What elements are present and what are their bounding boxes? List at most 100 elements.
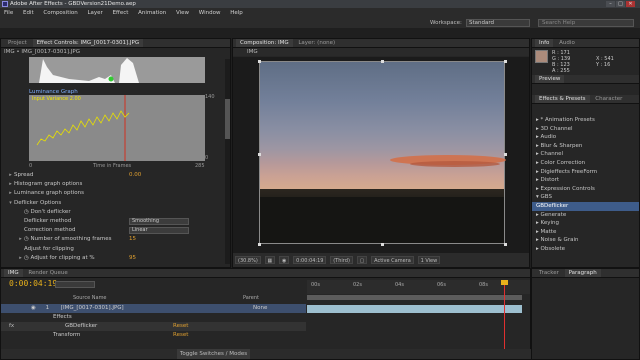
tab-effects-presets[interactable]: Effects & Presets xyxy=(535,95,590,103)
tab-layer[interactable]: Layer: (none) xyxy=(294,39,339,47)
menu-animation[interactable]: Animation xyxy=(138,10,166,16)
tab-character[interactable]: Character xyxy=(591,95,626,103)
left-scroll-thumb[interactable] xyxy=(225,99,230,139)
time-ruler[interactable]: 00s 02s 04s 06s 08s xyxy=(307,280,530,294)
effect-property-row[interactable]: Adjust for clipping xyxy=(1,245,230,254)
effects-list-item[interactable]: ▸ Obsolete xyxy=(532,245,639,254)
active-camera-select[interactable]: Active Camera xyxy=(371,255,414,264)
comp-breadcrumb[interactable]: IMG xyxy=(233,48,529,56)
effects-list-item[interactable]: ▸ Distort xyxy=(532,176,639,185)
disclosure-triangle-icon[interactable]: ▸ xyxy=(17,254,24,263)
tab-tracker[interactable]: Tracker xyxy=(535,269,563,277)
playhead[interactable] xyxy=(504,281,505,351)
effect-property-row[interactable]: Correction method Linear xyxy=(1,226,230,235)
property-value[interactable]: 95 xyxy=(129,254,136,263)
timeline-search-input[interactable] xyxy=(55,281,95,288)
tab-effect-controls[interactable]: Effect Controls: IMG_[0017-0301].JPG xyxy=(32,39,144,47)
resize-handle[interactable] xyxy=(258,243,261,246)
effects-list-item[interactable]: ▸ Audio xyxy=(532,133,639,142)
magnification-select[interactable]: (30.8%) xyxy=(235,255,261,264)
effect-property-row[interactable]: ▸ ◷ Number of smoothing frames 15 xyxy=(1,235,230,244)
view-layout-select[interactable]: 1 View xyxy=(417,255,441,264)
effects-list-item[interactable]: ▸ Matte xyxy=(532,228,639,237)
effects-list-item[interactable]: ▸ * Animation Presets xyxy=(532,116,639,125)
effects-list-item[interactable]: ▸ Noise & Grain xyxy=(532,236,639,245)
effect-property-row[interactable]: ▸ ◷ Adjust for clipping at % 95 xyxy=(1,254,230,263)
resize-handle[interactable] xyxy=(258,60,261,63)
effects-list-item[interactable]: ▸ Blur & Sharpen xyxy=(532,142,639,151)
tab-render-queue[interactable]: Render Queue xyxy=(24,269,71,277)
work-area-bar[interactable] xyxy=(307,295,522,300)
col-source-name[interactable]: Source Name xyxy=(73,295,107,301)
effect-property-row[interactable]: ▾ Deflicker Options xyxy=(1,199,230,208)
resize-handle[interactable] xyxy=(504,243,507,246)
deflicker-method-select[interactable]: Smoothing xyxy=(129,218,189,225)
parent-select[interactable]: None xyxy=(253,304,267,313)
tab-preview[interactable]: Preview xyxy=(535,75,565,83)
effects-list-item[interactable]: ▸ Digieffects FreeForm xyxy=(532,168,639,177)
close-button[interactable]: ✕ xyxy=(626,1,635,7)
menu-edit[interactable]: Edit xyxy=(23,10,34,16)
layer-name[interactable]: [IMG_[0017-0301].JPG] xyxy=(61,305,124,311)
region-icon[interactable]: ▢ xyxy=(356,255,368,264)
effects-row[interactable]: Effects xyxy=(1,313,306,322)
menu-view[interactable]: View xyxy=(176,10,189,16)
playhead-handle[interactable] xyxy=(501,280,508,285)
left-scrollbar[interactable] xyxy=(225,59,230,264)
tab-composition[interactable]: Composition: IMG xyxy=(236,39,293,47)
maximize-button[interactable]: □ xyxy=(616,1,625,7)
transform-reset-link[interactable]: Reset xyxy=(173,331,188,340)
reset-link[interactable]: Reset xyxy=(173,322,188,331)
resize-handle[interactable] xyxy=(381,60,384,63)
menu-composition[interactable]: Composition xyxy=(43,10,77,16)
effect-property-row[interactable]: ▸ Luminance graph options xyxy=(1,189,230,198)
menu-layer[interactable]: Layer xyxy=(87,10,102,16)
minimize-button[interactable]: – xyxy=(606,1,615,7)
toggle-switches-modes-button[interactable]: Toggle Switches / Modes xyxy=(177,349,251,359)
disclosure-triangle-icon[interactable]: ▸ xyxy=(7,189,14,198)
resize-handle[interactable] xyxy=(504,153,507,156)
menu-help[interactable]: Help xyxy=(230,10,243,16)
workspace-select[interactable]: Standard xyxy=(466,19,530,27)
timeline-timecode[interactable]: 0:00:04:19 xyxy=(9,279,57,288)
tab-audio[interactable]: Audio xyxy=(555,39,579,47)
effect-property-row[interactable]: Deflicker method Smoothing xyxy=(1,217,230,226)
resolution-select[interactable]: (Third) xyxy=(330,255,353,264)
disclosure-triangle-icon[interactable]: ▸ xyxy=(7,171,14,180)
disclosure-triangle-icon[interactable]: ▸ xyxy=(7,180,14,189)
effects-list-item[interactable]: GBDeflicker xyxy=(532,201,639,211)
effect-property-row[interactable]: ▸ Histogram graph options xyxy=(1,180,230,189)
tab-timeline-img[interactable]: IMG xyxy=(4,269,23,277)
current-time-display[interactable]: 0:00:04:19 xyxy=(293,255,327,264)
menu-window[interactable]: Window xyxy=(199,10,221,16)
composition-viewer[interactable] xyxy=(233,57,529,253)
camera-icon[interactable]: ◉ xyxy=(279,255,290,264)
layer-row[interactable]: ◉ 1 [IMG_[0017-0301].JPG] None xyxy=(1,304,306,313)
resize-handle[interactable] xyxy=(258,153,261,156)
tab-paragraph[interactable]: Paragraph xyxy=(564,269,601,277)
resize-handle[interactable] xyxy=(504,60,507,63)
grid-icon[interactable]: ▦ xyxy=(264,255,276,264)
effects-list-item[interactable]: ▸ Expression Controls xyxy=(532,185,639,194)
property-value[interactable]: 0.00 xyxy=(129,171,141,180)
effects-list-item[interactable]: ▾ GBS xyxy=(532,193,639,202)
search-help-input[interactable]: Search Help xyxy=(538,19,634,27)
correction-method-select[interactable]: Linear xyxy=(129,227,189,235)
effects-list-item[interactable]: ▸ Color Correction xyxy=(532,159,639,168)
effects-list-item[interactable]: ▸ 3D Channel xyxy=(532,125,639,134)
menu-file[interactable]: File xyxy=(4,10,13,16)
gbdeflicker-row[interactable]: fx GBDeflicker Reset xyxy=(1,322,306,331)
eye-icon[interactable]: ◉ xyxy=(31,305,36,311)
col-parent[interactable]: Parent xyxy=(243,295,259,301)
menu-effect[interactable]: Effect xyxy=(113,10,129,16)
tab-project[interactable]: Project xyxy=(4,39,31,47)
effects-list-item[interactable]: ▸ Generate xyxy=(532,211,639,220)
effect-property-row[interactable]: ▸ Spread 0.00 xyxy=(1,171,230,180)
property-value[interactable]: 15 xyxy=(129,235,136,244)
effects-list-item[interactable]: ▸ Channel xyxy=(532,150,639,159)
disclosure-triangle-icon[interactable]: ▸ xyxy=(17,235,24,244)
disclosure-triangle-icon[interactable]: ▾ xyxy=(7,199,14,208)
layer-duration-bar[interactable] xyxy=(307,305,522,313)
resize-handle[interactable] xyxy=(381,243,384,246)
effect-property-row[interactable]: ◷ Don't deflicker xyxy=(1,208,230,217)
